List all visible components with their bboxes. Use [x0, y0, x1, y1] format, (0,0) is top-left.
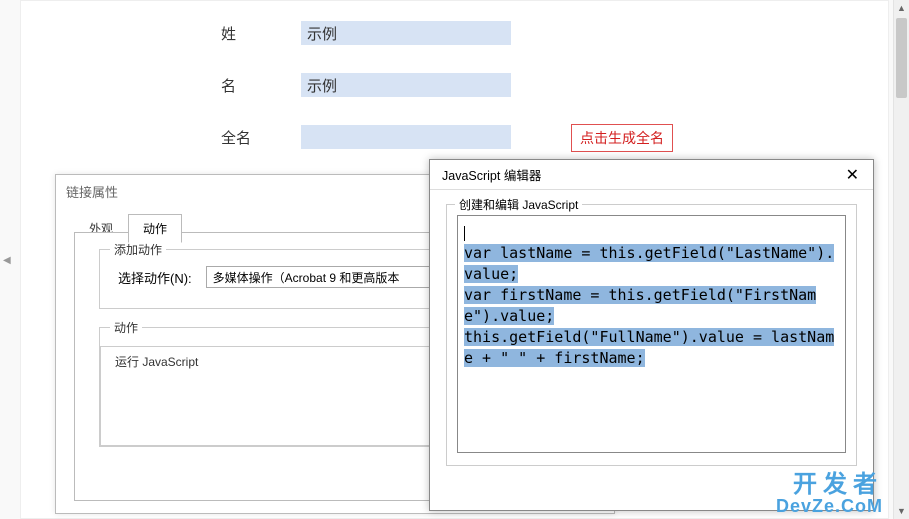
watermark-line2: DevZe.CoM: [776, 497, 883, 515]
label-first-name: 名: [221, 75, 301, 96]
scroll-thumb[interactable]: [896, 18, 907, 98]
scroll-up-icon[interactable]: ▲: [894, 0, 909, 16]
field-full-name[interactable]: [301, 125, 511, 149]
scroll-down-icon[interactable]: ▼: [894, 503, 909, 519]
row-last-name: 姓 示例: [221, 21, 511, 45]
field-first-name[interactable]: 示例: [301, 73, 511, 97]
js-editor-titlebar[interactable]: JavaScript 编辑器 ✕: [430, 160, 873, 190]
javascript-editor-dialog: JavaScript 编辑器 ✕ 创建和编辑 JavaScript var la…: [429, 159, 874, 511]
add-action-legend: 添加动作: [110, 241, 166, 258]
row-first-name: 名 示例: [221, 73, 511, 97]
js-editor-title: JavaScript 编辑器: [442, 165, 541, 184]
field-last-name[interactable]: 示例: [301, 21, 511, 45]
action-legend: 动作: [110, 319, 142, 336]
watermark: 开发者 DevZe.CoM: [776, 473, 883, 515]
prev-page-caret[interactable]: ◀: [3, 255, 11, 266]
label-full-name: 全名: [221, 127, 301, 148]
js-editor-legend: 创建和编辑 JavaScript: [455, 196, 582, 213]
js-code-textarea[interactable]: var lastName = this.getField("LastName")…: [457, 215, 846, 453]
watermark-line1: 开发者: [776, 473, 883, 497]
close-icon[interactable]: ✕: [840, 165, 865, 185]
js-editor-fieldset: 创建和编辑 JavaScript var lastName = this.get…: [446, 204, 857, 466]
vertical-scrollbar[interactable]: ▲ ▼: [893, 0, 909, 519]
select-action-label: 选择动作(N):: [118, 268, 192, 287]
generate-full-name-button[interactable]: 点击生成全名: [571, 124, 673, 152]
js-code-selection: var lastName = this.getField("LastName")…: [464, 244, 834, 367]
tab-actions[interactable]: 动作: [128, 214, 182, 243]
label-last-name: 姓: [221, 23, 301, 44]
row-full-name: 全名: [221, 125, 511, 149]
